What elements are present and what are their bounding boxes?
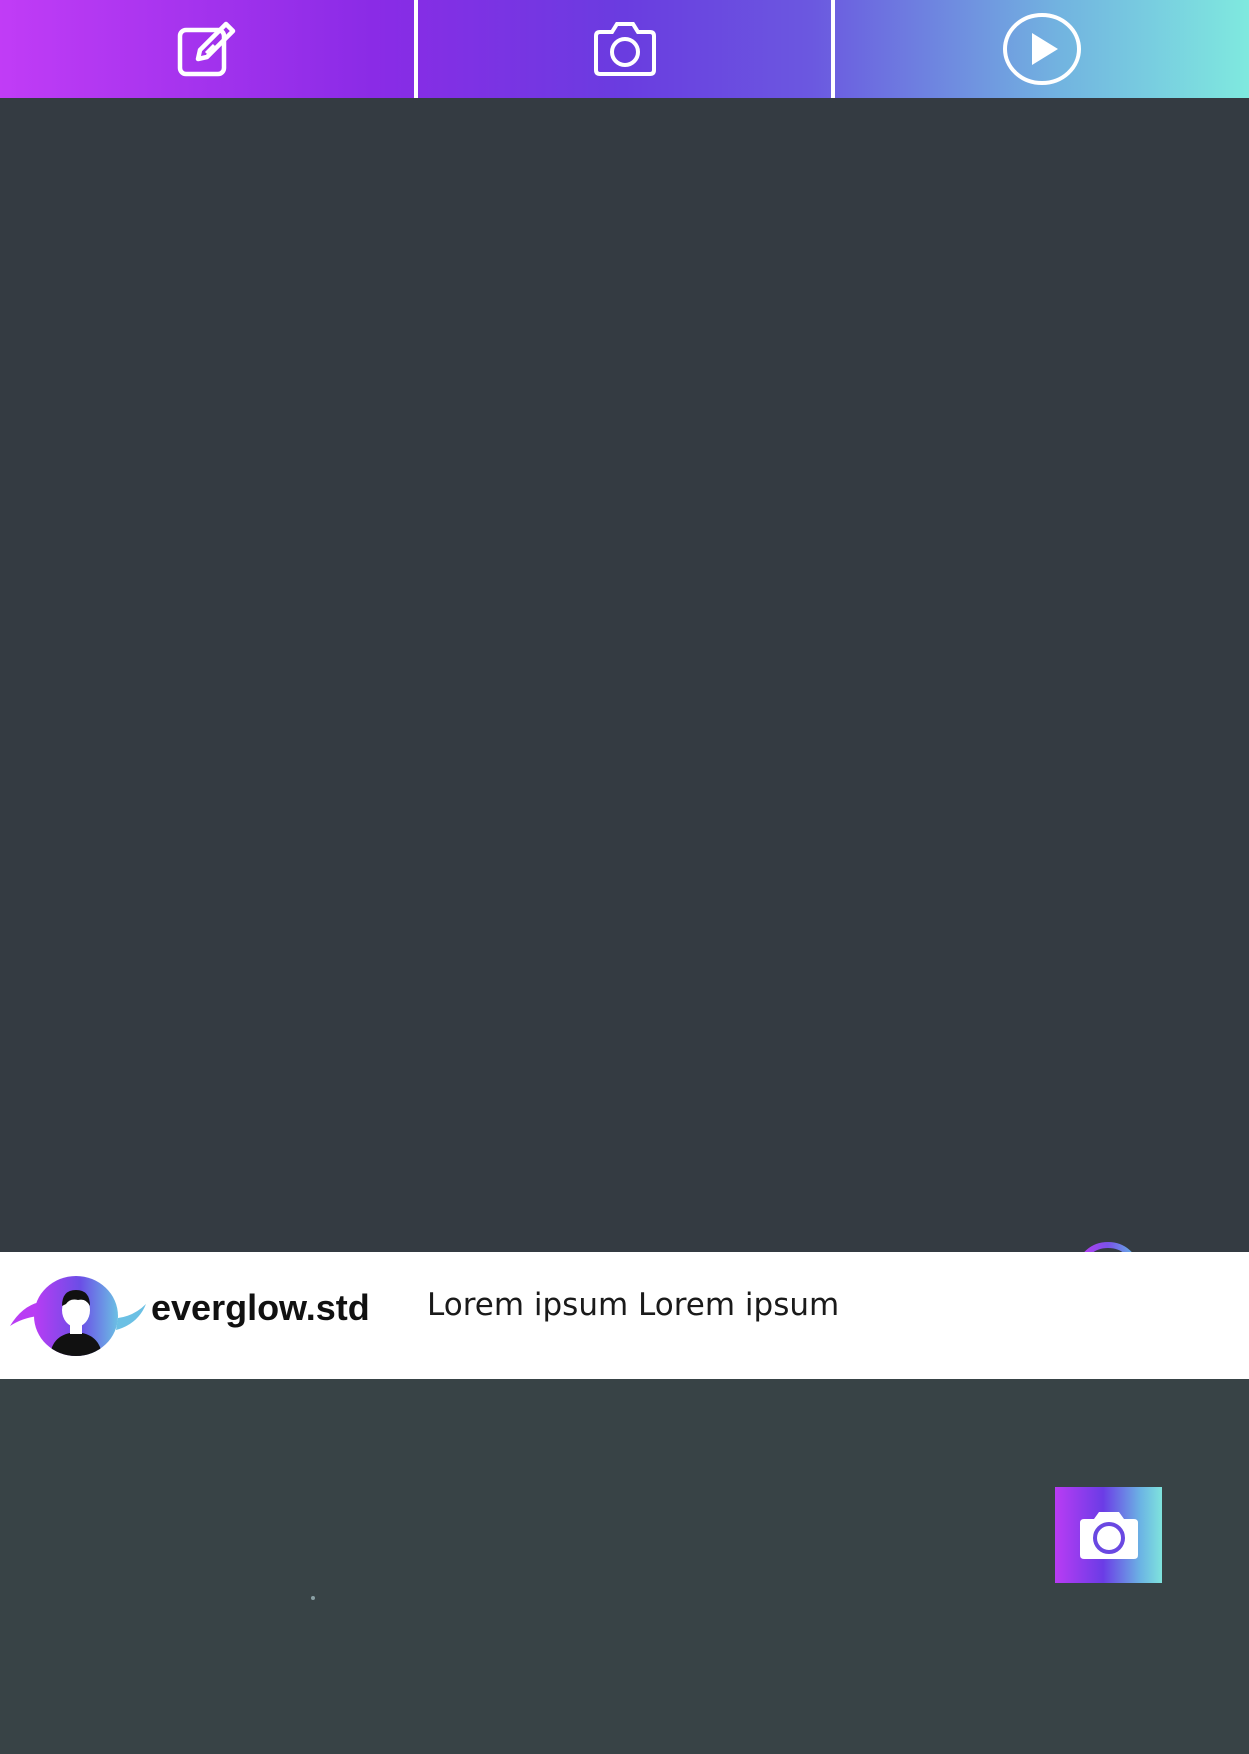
bottom-area xyxy=(0,1379,1249,1754)
camera-icon xyxy=(593,22,656,76)
decorative-dot xyxy=(311,1596,315,1600)
post-caption: Lorem ipsum Lorem ipsum xyxy=(427,1287,840,1323)
top-tab-bar xyxy=(0,0,1249,98)
user-avatar-icon[interactable] xyxy=(8,1268,148,1364)
play-icon xyxy=(1003,13,1082,85)
tab-video[interactable] xyxy=(831,0,1249,98)
edit-icon xyxy=(177,21,236,77)
camera-button[interactable] xyxy=(1055,1487,1162,1583)
username[interactable]: everglow.std xyxy=(151,1287,370,1329)
tab-edit[interactable] xyxy=(0,0,414,98)
profile-bar: everglow.std Lorem ipsum Lorem ipsum xyxy=(0,1252,1249,1379)
photo-area xyxy=(0,98,1249,1298)
tab-camera[interactable] xyxy=(413,0,832,98)
camera-icon xyxy=(1079,1512,1138,1559)
